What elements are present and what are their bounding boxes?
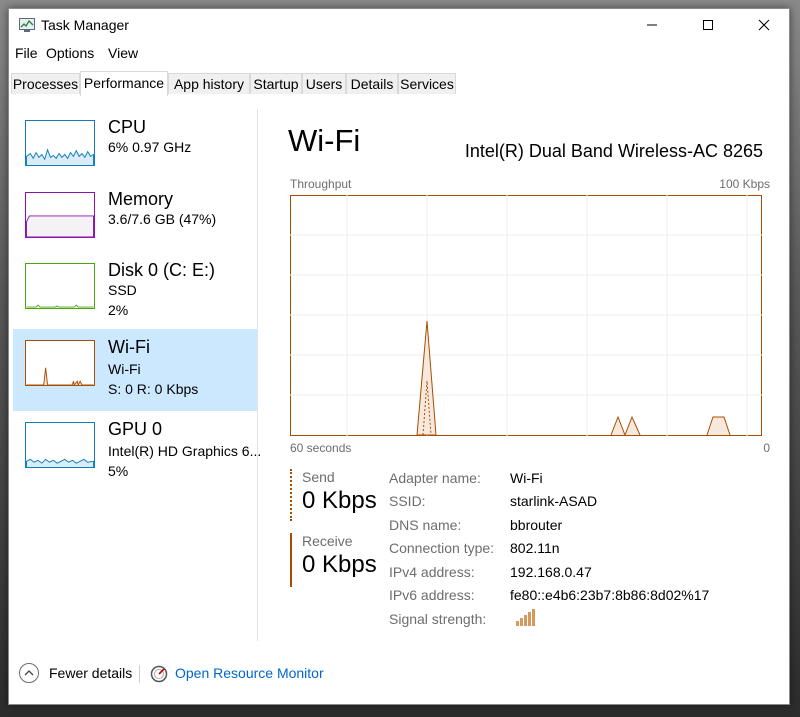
send-label: Send — [302, 469, 335, 485]
prop-val-ipv4: 192.168.0.47 — [510, 564, 592, 580]
receive-label: Receive — [302, 533, 353, 549]
throughput-graph — [290, 195, 762, 436]
send-stat: Send 0 Kbps — [290, 469, 377, 521]
tab-app-history[interactable]: App history — [168, 73, 250, 94]
tab-strip: Processes Performance App history Startu… — [9, 71, 789, 96]
cpu-mini-graph — [25, 120, 95, 166]
disk-mini-graph — [25, 263, 95, 309]
prop-val-adapter-name: Wi-Fi — [510, 470, 543, 486]
tab-details[interactable]: Details — [346, 73, 398, 94]
prop-val-ipv6: fe80::e4b6:23b7:8b86:8d02%17 — [510, 587, 710, 603]
prop-val-connection-type: 802.11n — [510, 540, 560, 556]
prop-key-adapter-name: Adapter name: — [389, 470, 481, 486]
task-manager-app-icon — [19, 18, 35, 32]
menu-file[interactable]: File — [15, 45, 38, 61]
menu-options[interactable]: Options — [46, 45, 94, 61]
close-button[interactable] — [741, 9, 787, 41]
graph-label: Throughput — [290, 177, 352, 191]
signal-strength-icon — [516, 609, 535, 626]
tab-processes[interactable]: Processes — [11, 73, 80, 94]
prop-val-dns-name: bbrouter — [510, 517, 563, 533]
sidebar-item-cpu[interactable]: CPU 6% 0.97 GHz — [13, 109, 257, 191]
sidebar-item-detail: Intel(R) HD Graphics 6... — [108, 443, 262, 459]
sidebar-item-disk[interactable]: Disk 0 (C: E:) SSD 2% — [13, 252, 257, 334]
tab-services[interactable]: Services — [398, 73, 456, 94]
sidebar-item-detail-2: 5% — [108, 463, 129, 479]
resource-sidebar: CPU 6% 0.97 GHz Memory 3.6/7.6 GB (47%) … — [13, 109, 261, 641]
footer-bar: Fewer details Open Resource Monitor — [9, 655, 789, 695]
minimize-button[interactable] — [629, 9, 675, 41]
fewer-details-button[interactable]: Fewer details — [49, 665, 132, 681]
task-manager-window: Task Manager File Options View Processes… — [8, 8, 790, 705]
collapse-chevron-icon[interactable] — [19, 663, 39, 683]
prop-key-connection-type: Connection type: — [389, 540, 495, 556]
prop-key-ipv6: IPv6 address: — [389, 587, 475, 603]
gpu-mini-graph — [25, 422, 95, 468]
tab-users[interactable]: Users — [302, 73, 346, 94]
menu-view[interactable]: View — [108, 45, 138, 61]
page-title: Wi-Fi — [288, 123, 361, 158]
sidebar-item-detail-2: S: 0 R: 0 Kbps — [108, 381, 199, 397]
prop-key-ipv4: IPv4 address: — [389, 564, 475, 580]
sidebar-item-memory[interactable]: Memory 3.6/7.6 GB (47%) — [13, 181, 257, 263]
open-resource-monitor-link[interactable]: Open Resource Monitor — [175, 665, 324, 681]
sidebar-item-title: Wi-Fi — [108, 337, 150, 357]
tab-performance[interactable]: Performance — [80, 71, 168, 96]
prop-key-ssid: SSID: — [389, 493, 426, 509]
graph-time-label: 60 seconds — [290, 441, 352, 455]
sidebar-item-gpu[interactable]: GPU 0 Intel(R) HD Graphics 6... 5% — [13, 411, 261, 493]
sidebar-item-title: CPU — [108, 117, 147, 137]
prop-key-signal-strength: Signal strength: — [389, 611, 487, 627]
sidebar-item-detail: 6% 0.97 GHz — [108, 139, 192, 155]
tab-startup[interactable]: Startup — [250, 73, 302, 94]
footer-divider — [139, 665, 140, 683]
graph-min-label: 0 — [763, 441, 770, 455]
wifi-detail-pane: Wi-Fi Intel(R) Dual Band Wireless-AC 826… — [264, 95, 789, 647]
prop-val-ssid: starlink-ASAD — [510, 493, 598, 509]
performance-panel: CPU 6% 0.97 GHz Memory 3.6/7.6 GB (47%) … — [9, 95, 789, 647]
receive-value: 0 Kbps — [302, 551, 377, 578]
maximize-icon — [703, 20, 713, 30]
sidebar-item-title: Memory — [108, 189, 174, 209]
prop-key-dns-name: DNS name: — [389, 517, 462, 533]
wifi-mini-graph — [25, 340, 95, 386]
sidebar-item-detail: 3.6/7.6 GB (47%) — [108, 211, 217, 227]
send-value: 0 Kbps — [302, 487, 377, 514]
adapter-model: Intel(R) Dual Band Wireless-AC 8265 — [464, 141, 763, 161]
sidebar-item-detail: SSD — [108, 282, 137, 298]
resource-monitor-icon[interactable] — [150, 665, 168, 683]
sidebar-item-title: GPU 0 — [108, 419, 163, 439]
receive-stat: Receive 0 Kbps — [290, 533, 377, 587]
sidebar-item-detail: Wi-Fi — [108, 361, 141, 377]
sidebar-item-title: Disk 0 (C: E:) — [108, 260, 216, 280]
sidebar-item-detail-2: 2% — [108, 302, 129, 318]
memory-mini-graph — [25, 192, 95, 238]
window-title: Task Manager — [41, 17, 129, 33]
maximize-button[interactable] — [685, 9, 731, 41]
minimize-icon — [647, 24, 657, 26]
graph-max-label: 100 Kbps — [719, 177, 770, 191]
sidebar-item-wifi[interactable]: Wi-Fi Wi-Fi S: 0 R: 0 Kbps — [13, 329, 257, 411]
close-icon — [758, 19, 770, 31]
title-bar[interactable]: Task Manager — [9, 9, 789, 41]
